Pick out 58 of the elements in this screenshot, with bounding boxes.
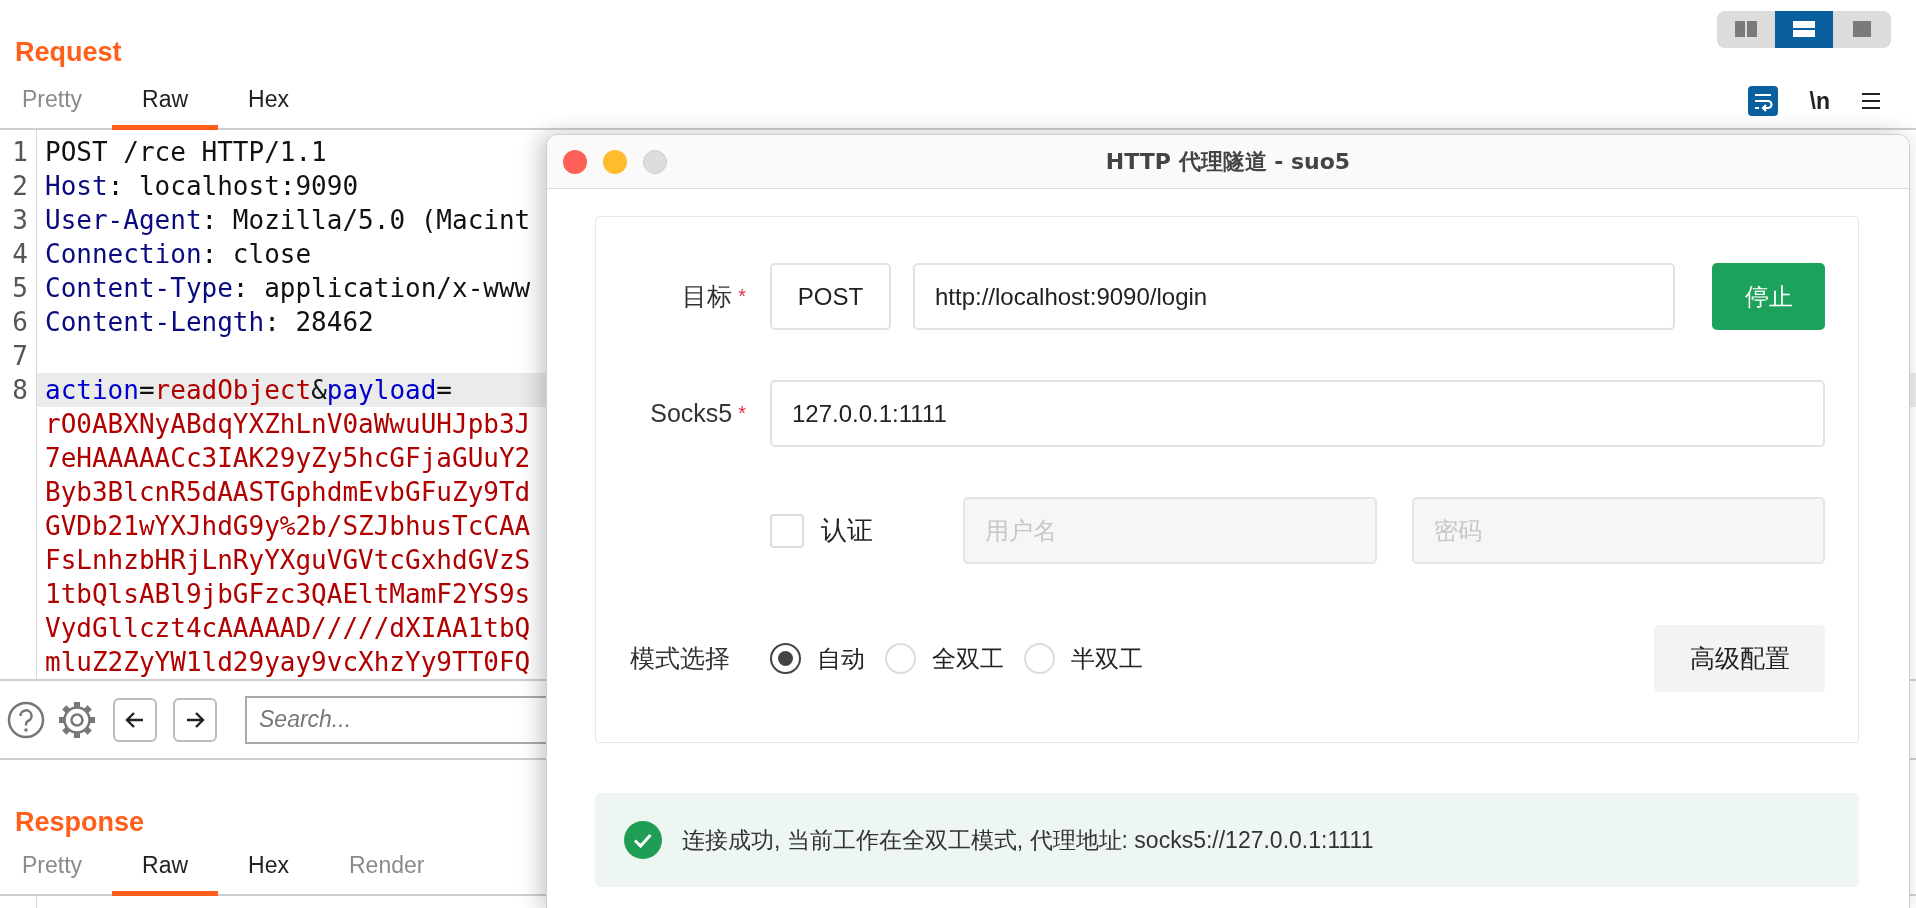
status-text: 连接成功, 当前工作在全双工模式, 代理地址: socks5://127.0.0.1:1111 (682, 825, 1374, 855)
back-button[interactable] (113, 697, 157, 742)
success-icon (624, 821, 662, 859)
checkbox-label: 认证 (821, 514, 873, 547)
help-icon[interactable] (7, 700, 45, 739)
code-line: 7eHAAAAACc3IAK29yZy5hcGFjaGUuY2 (45, 442, 531, 475)
method-select[interactable]: POST (770, 263, 891, 330)
line-number: 3 (11, 204, 29, 237)
radio-label: 全双工 (932, 643, 1004, 674)
radio-label: 半双工 (1071, 643, 1143, 674)
radio-label: 自动 (817, 643, 865, 674)
line-number: 1 (11, 136, 29, 169)
line-number: 2 (11, 170, 29, 203)
code-line: Content-Length: 28462 (45, 306, 374, 339)
layout-icon (1735, 21, 1757, 37)
input-field[interactable]: 127.0.0.1:1111 (770, 380, 1825, 447)
code-line: rO0ABXNyABdqYXZhLnV0aWwuUHJpb3J (45, 408, 531, 441)
tab[interactable]: Hex (218, 86, 319, 130)
window-title: HTTP 代理隧道 - suo5 (1105, 147, 1351, 176)
tab[interactable]: Raw (112, 86, 219, 130)
code-line: VydGllczt4cAAAAAD/////dXIAA1tbQ (45, 612, 531, 645)
url-field[interactable]: http://localhost:9090/login (913, 263, 1675, 330)
newline-toggle[interactable]: \n (1809, 87, 1830, 115)
code-line: FsLnhzbHRjLnRyYXguVGVtcGxhdGVzS (45, 544, 531, 577)
required-mark: * (738, 402, 746, 425)
code-line: GVDb21wYXJhdG9y%2b/SZJbhusTcCAA (45, 510, 531, 543)
settings-icon[interactable] (57, 699, 97, 740)
forward-button[interactable] (173, 697, 217, 742)
code-line: User-Agent: Mozilla/5.0 (Macint (45, 204, 531, 237)
menu-icon[interactable] (1862, 92, 1880, 110)
line-number: 4 (11, 238, 29, 271)
line-number: 7 (11, 340, 29, 373)
code-line: 1tbQlsABl9jbGFzc3QAEltMamF2YS9s (45, 578, 531, 611)
layout-icon (1793, 21, 1815, 37)
layout-button[interactable] (1775, 10, 1833, 48)
line-number: 8 (11, 374, 29, 407)
required-mark: * (738, 285, 746, 308)
section-title: Request (15, 35, 122, 68)
field-label: 目标 (682, 281, 733, 312)
layout-icon (1851, 21, 1873, 37)
tab[interactable]: Hex (218, 852, 319, 896)
code-line: Host: localhost:9090 (45, 170, 359, 203)
field-label: 模式选择 (630, 643, 730, 674)
code-line: action=readObject&payload= (45, 374, 452, 407)
section-title: Response (15, 806, 145, 838)
wrap-icon[interactable] (1747, 86, 1778, 116)
code-line: Content-Type: application/x-www (45, 272, 531, 305)
field-label: Socks5 (650, 399, 733, 428)
code-line: Byb3BlcnR5dAASTGphdmEvbGFuZy9Td (45, 476, 531, 509)
line-number: 5 (11, 272, 29, 305)
advanced-button[interactable]: 高级配置 (1654, 625, 1825, 692)
code-line: POST /rce HTTP/1.1 (45, 136, 327, 169)
close-button[interactable] (563, 150, 587, 174)
line-number: 6 (11, 306, 29, 339)
tab[interactable]: Raw (112, 852, 219, 896)
radio-button[interactable] (770, 643, 801, 674)
code-line: mluZ2ZyYW1ld29yay9vcXhzYy9TT0FQ (45, 646, 531, 679)
code-line: Connection: close (45, 238, 312, 271)
